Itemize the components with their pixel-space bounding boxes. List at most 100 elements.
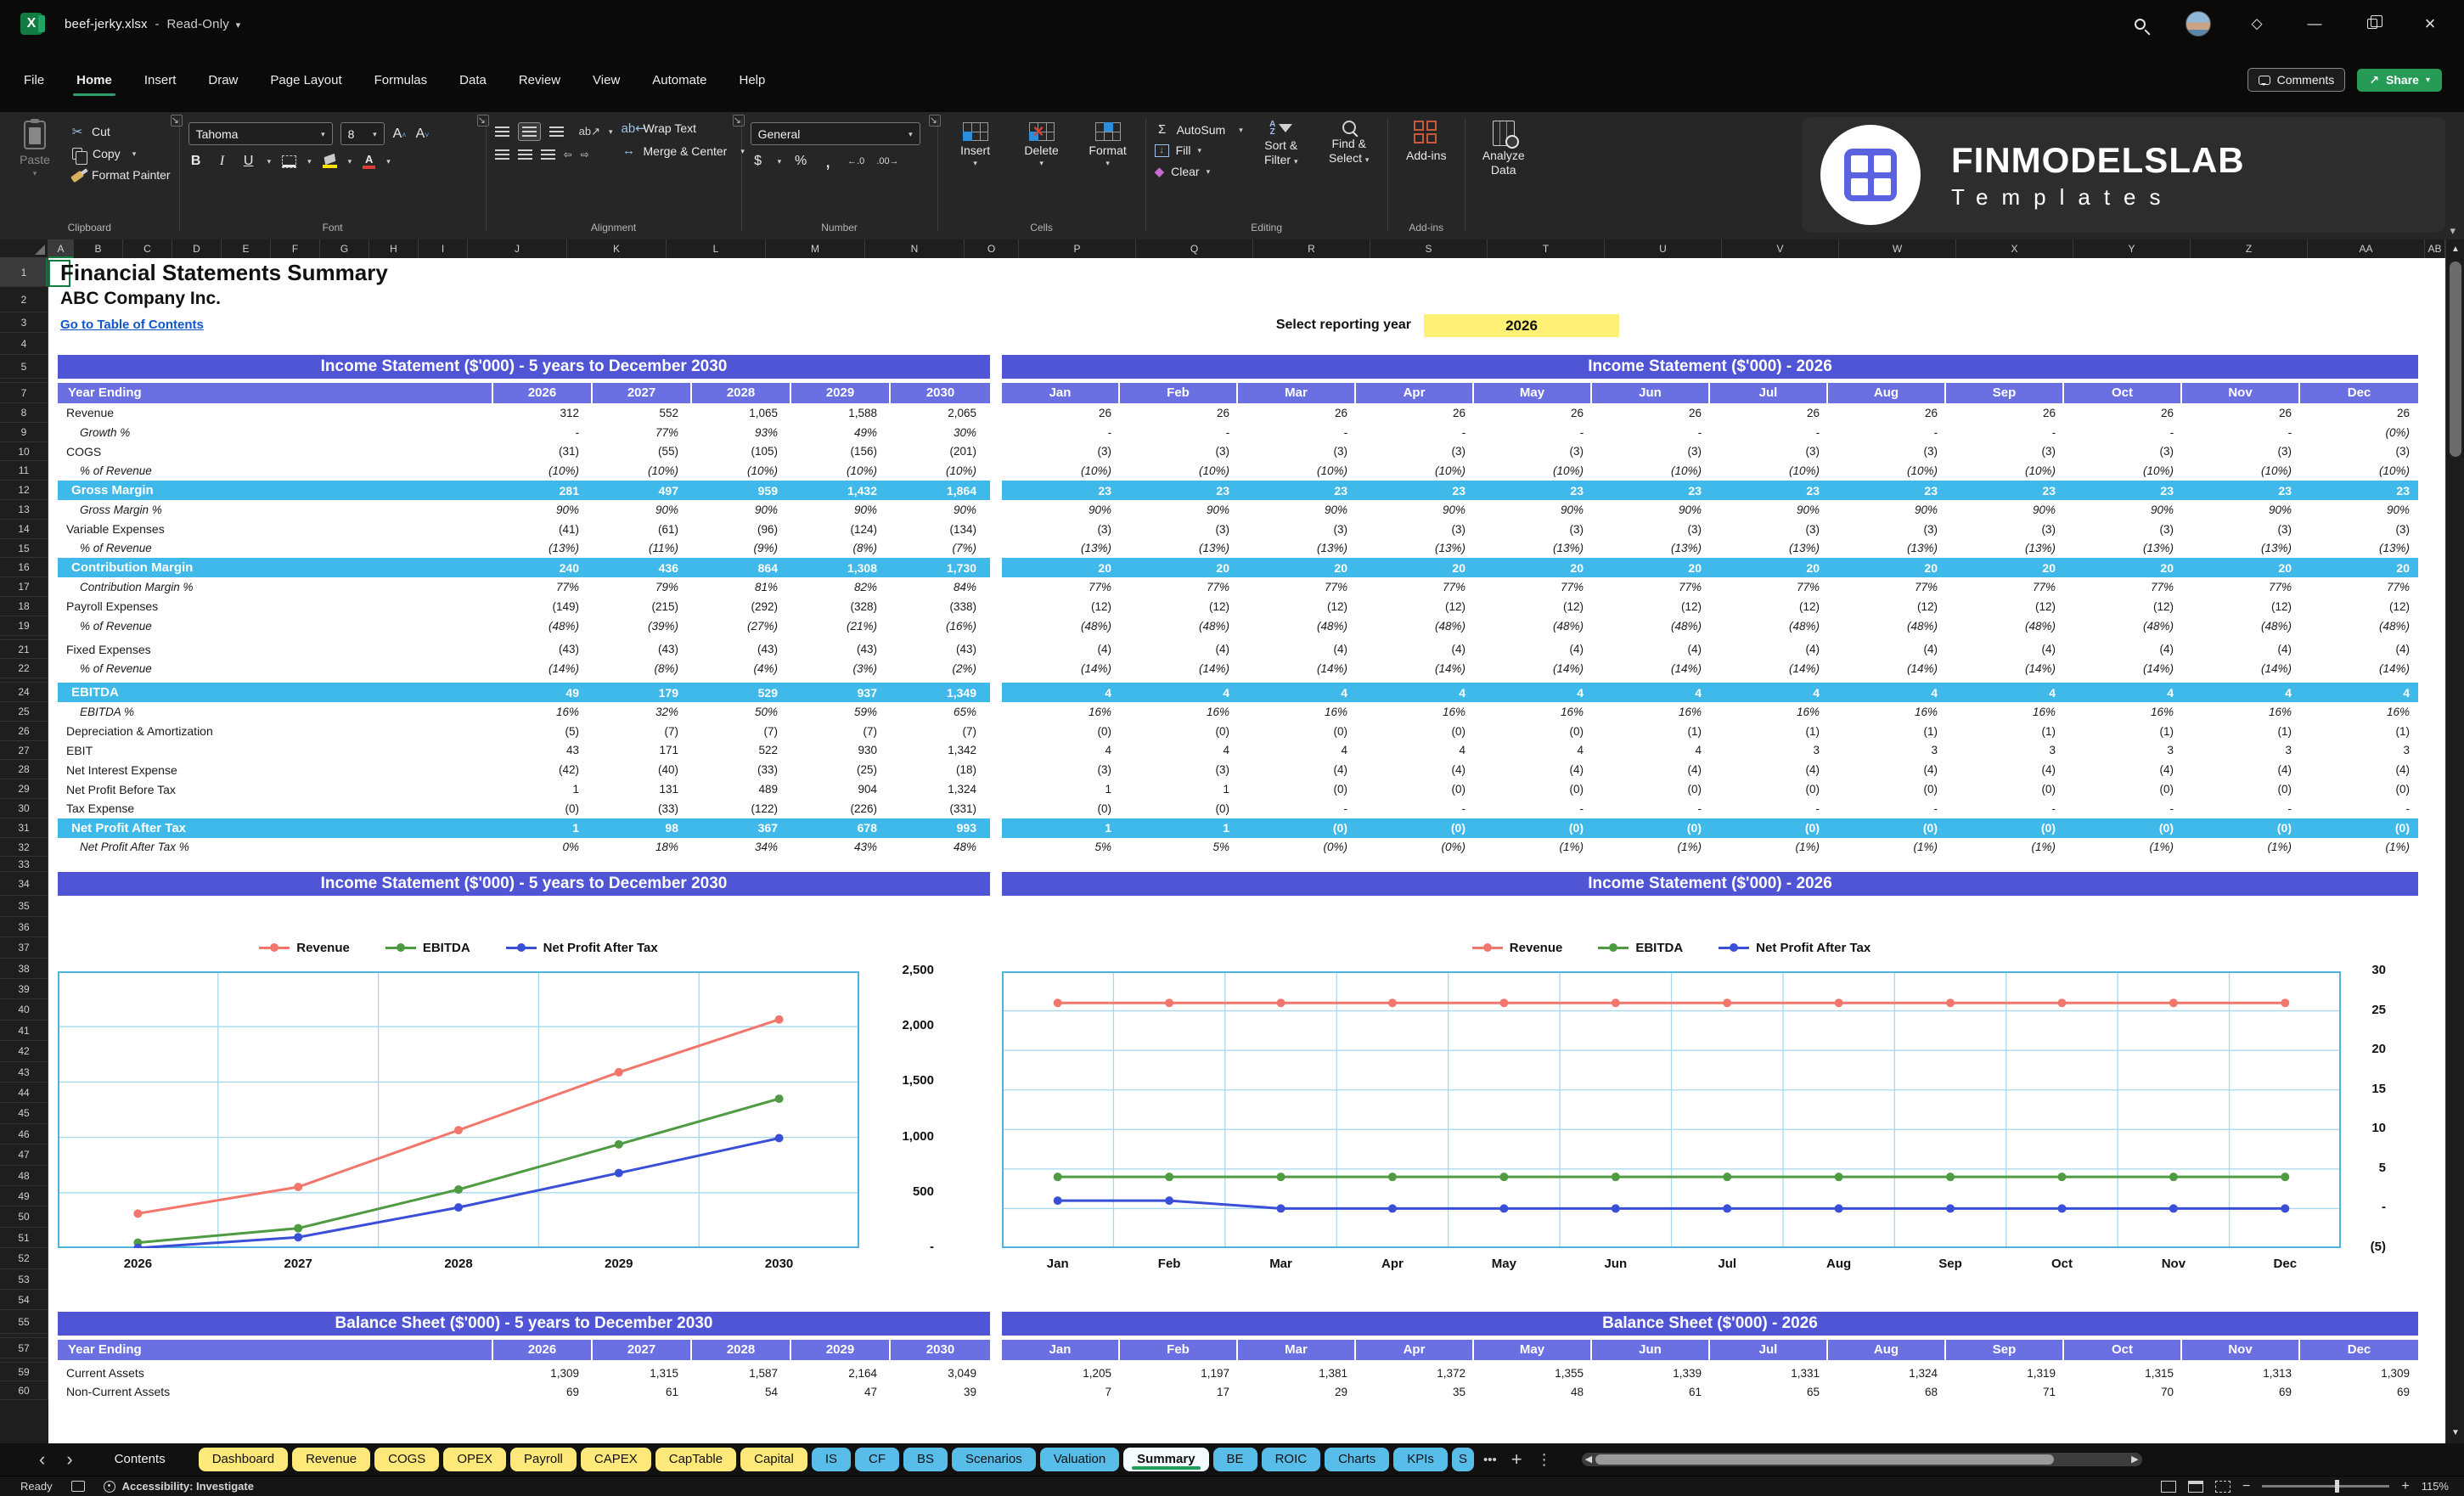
cell[interactable]: 1,308: [791, 561, 891, 575]
cell[interactable]: (1): [1710, 725, 1828, 738]
cell[interactable]: (13%): [2182, 542, 2300, 554]
percent-format-button[interactable]: %: [793, 154, 808, 169]
cell[interactable]: (48%): [1356, 620, 1474, 633]
column-header-B[interactable]: B: [74, 239, 123, 258]
cell[interactable]: 16%: [1356, 706, 1474, 718]
cell[interactable]: 4: [2300, 686, 2418, 700]
cell[interactable]: (14%): [2300, 662, 2418, 675]
cell[interactable]: (40): [593, 763, 692, 776]
cell[interactable]: 4: [1238, 686, 1356, 700]
cell[interactable]: (156): [791, 445, 891, 458]
vertical-scroll-thumb[interactable]: [2450, 262, 2461, 457]
cell[interactable]: (12): [1946, 600, 2064, 613]
row-header-32[interactable]: 32: [0, 838, 48, 858]
cell[interactable]: (13%): [1356, 542, 1474, 554]
cell[interactable]: (0): [1356, 725, 1474, 738]
cell[interactable]: 61: [1592, 1386, 1710, 1398]
row-header-28[interactable]: 28: [0, 760, 48, 779]
cell[interactable]: 90%: [593, 503, 692, 516]
column-header-S[interactable]: S: [1370, 239, 1488, 258]
row-header-4[interactable]: 4: [0, 333, 48, 355]
cell[interactable]: 312: [493, 407, 593, 419]
sheet-tab-capital[interactable]: Capital: [740, 1448, 807, 1471]
row-header-34[interactable]: 34: [0, 872, 48, 896]
cell[interactable]: (10%): [593, 464, 692, 477]
cell[interactable]: -: [1592, 802, 1710, 815]
orientation-icon[interactable]: ab↗: [579, 125, 600, 138]
cell[interactable]: 77%: [2182, 581, 2300, 593]
cell[interactable]: 26: [1120, 407, 1238, 419]
row-header-45[interactable]: 45: [0, 1103, 48, 1123]
cell[interactable]: 2,065: [891, 407, 990, 419]
normal-view-icon[interactable]: [2161, 1481, 2176, 1493]
cell[interactable]: 81%: [692, 581, 791, 593]
cell[interactable]: (4): [1474, 643, 1592, 655]
cell[interactable]: 43%: [791, 841, 891, 853]
cell[interactable]: 77%: [493, 581, 593, 593]
cell[interactable]: (4): [1356, 643, 1474, 655]
cell[interactable]: (0): [1592, 783, 1710, 796]
sheet-tab-cogs[interactable]: COGS: [374, 1448, 439, 1471]
cell[interactable]: (4): [2064, 763, 2182, 776]
cell[interactable]: (4): [1474, 763, 1592, 776]
cell[interactable]: 904: [791, 783, 891, 796]
cell[interactable]: 4: [1356, 686, 1474, 700]
increase-font-icon[interactable]: A˄: [392, 127, 408, 142]
cell[interactable]: (338): [891, 600, 990, 613]
user-avatar[interactable]: [2186, 11, 2211, 37]
cell[interactable]: -: [1474, 802, 1592, 815]
cell[interactable]: 90%: [1002, 503, 1120, 516]
cell[interactable]: 77%: [1002, 581, 1120, 593]
cell[interactable]: 864: [692, 561, 791, 575]
cell[interactable]: (3): [1002, 523, 1120, 536]
cell[interactable]: 23: [1474, 484, 1592, 498]
cell[interactable]: (3): [1946, 445, 2064, 458]
cell[interactable]: 90%: [692, 503, 791, 516]
cell[interactable]: (14%): [1002, 662, 1120, 675]
fill-color-button[interactable]: [323, 155, 337, 168]
cell[interactable]: 61: [593, 1386, 692, 1398]
row-header-18[interactable]: 18: [0, 597, 48, 616]
cell[interactable]: 937: [791, 686, 891, 700]
cell[interactable]: (0): [1474, 725, 1592, 738]
cell[interactable]: 90%: [1946, 503, 2064, 516]
cell[interactable]: 4: [1238, 744, 1356, 756]
cell[interactable]: 16%: [1474, 706, 1592, 718]
align-right-icon[interactable]: [541, 149, 555, 160]
cell[interactable]: (3): [1474, 523, 1592, 536]
cell[interactable]: 4: [1120, 744, 1238, 756]
cell[interactable]: 930: [791, 744, 891, 756]
row-header-24[interactable]: 24: [0, 683, 48, 702]
column-header-U[interactable]: U: [1605, 239, 1722, 258]
column-header-G[interactable]: G: [320, 239, 369, 258]
row-header-26[interactable]: 26: [0, 722, 48, 741]
row-header-19[interactable]: 19: [0, 616, 48, 636]
cell[interactable]: (16%): [891, 620, 990, 633]
cell[interactable]: (1): [2300, 725, 2418, 738]
merge-center-button[interactable]: ↔Merge & Center▾: [622, 143, 745, 158]
cell[interactable]: -: [2182, 426, 2300, 439]
cell[interactable]: (1): [2182, 725, 2300, 738]
cell[interactable]: 3: [1710, 744, 1828, 756]
reporting-year-cell[interactable]: 2026: [1424, 314, 1619, 337]
cell[interactable]: 77%: [1474, 581, 1592, 593]
cell[interactable]: -: [2064, 426, 2182, 439]
cell[interactable]: (48%): [2182, 620, 2300, 633]
cell[interactable]: (48%): [1120, 620, 1238, 633]
cell[interactable]: 69: [493, 1386, 593, 1398]
ribbon-tab-formulas[interactable]: Formulas: [373, 66, 430, 94]
cell[interactable]: (3): [1238, 523, 1356, 536]
cell[interactable]: (43): [891, 643, 990, 655]
cell[interactable]: 16%: [1002, 706, 1120, 718]
ribbon-tab-review[interactable]: Review: [517, 66, 562, 94]
cell[interactable]: (3): [1946, 523, 2064, 536]
cell[interactable]: (0): [1002, 802, 1120, 815]
column-header-Z[interactable]: Z: [2191, 239, 2308, 258]
row-header-42[interactable]: 42: [0, 1041, 48, 1061]
cell[interactable]: (0%): [1356, 841, 1474, 853]
cell[interactable]: (0): [1238, 725, 1356, 738]
cell[interactable]: (12): [2064, 600, 2182, 613]
delete-cells-button[interactable]: Delete▾: [1013, 117, 1071, 166]
cell[interactable]: 4: [1002, 744, 1120, 756]
cell[interactable]: (9%): [692, 542, 791, 554]
